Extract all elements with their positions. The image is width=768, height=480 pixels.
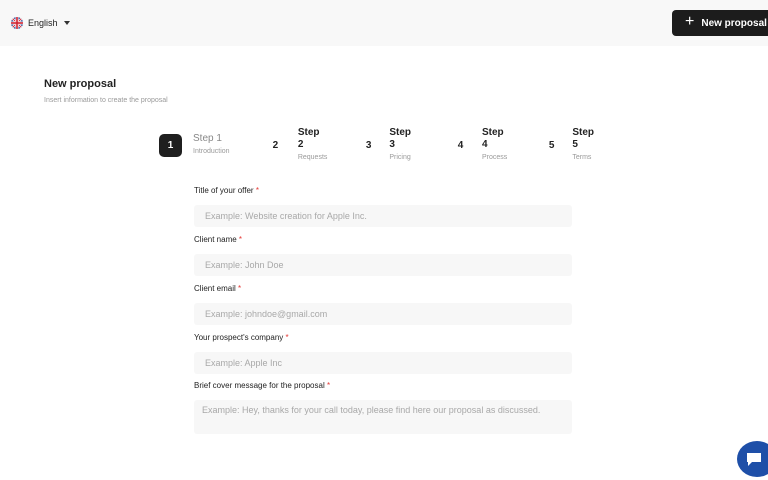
- cover-message-field: Brief cover message for the proposal *: [194, 381, 572, 434]
- field-label: Client email *: [194, 284, 572, 295]
- top-bar: English + New proposal: [0, 0, 768, 46]
- step-title: Step 2: [297, 127, 320, 150]
- field-label: Brief cover message for the proposal *: [194, 381, 572, 392]
- new-proposal-button[interactable]: + New proposal: [672, 10, 768, 36]
- step-title: Step 5: [572, 127, 595, 150]
- step-description: Introduction: [193, 148, 230, 155]
- field-label: Title of your offer *: [194, 186, 572, 197]
- step-2[interactable]: 2 Step 2 Requests: [264, 127, 328, 161]
- step-number: 2: [272, 139, 279, 151]
- language-label: English: [28, 18, 58, 28]
- language-selector[interactable]: English: [11, 16, 70, 30]
- page-title: New proposal: [44, 78, 117, 90]
- field-label-text: Your prospect's company: [194, 333, 284, 342]
- plus-icon: +: [685, 13, 695, 30]
- field-label-text: Client email: [194, 284, 236, 293]
- step-4[interactable]: 4 Step 4 Process: [450, 127, 509, 161]
- prospect-company-field: Your prospect's company *: [194, 333, 572, 374]
- field-label-text: Title of your offer: [194, 186, 254, 195]
- required-marker: *: [238, 235, 243, 244]
- offer-title-input[interactable]: [194, 205, 572, 227]
- step-description: Pricing: [389, 154, 411, 161]
- step-title: Step 3: [389, 127, 412, 150]
- client-name-input[interactable]: [194, 254, 572, 276]
- chat-widget-button[interactable]: [737, 441, 768, 477]
- step-5[interactable]: 5 Step 5 Terms: [542, 127, 598, 161]
- page-subtitle: Insert information to create the proposa…: [44, 97, 168, 104]
- field-label: Client name *: [194, 235, 572, 246]
- required-marker: *: [326, 381, 331, 390]
- prospect-company-input[interactable]: [194, 352, 572, 374]
- client-email-input[interactable]: [194, 303, 572, 325]
- field-label: Your prospect's company *: [194, 333, 572, 344]
- step-number: 3: [365, 139, 372, 151]
- field-label-text: Client name: [194, 235, 237, 244]
- step-description: Requests: [297, 154, 328, 161]
- required-marker: *: [285, 333, 289, 342]
- cover-message-textarea[interactable]: [194, 400, 572, 434]
- step-3[interactable]: 3 Step 3 Pricing: [359, 127, 415, 161]
- field-label-text: Brief cover message for the proposal: [194, 381, 325, 390]
- step-description: Terms: [572, 154, 592, 161]
- offer-title-field: Title of your offer *: [194, 186, 572, 227]
- caret-down-icon: [63, 21, 70, 25]
- uk-flag-icon: [11, 17, 23, 29]
- step-title: Step 1: [193, 133, 222, 144]
- step-number: 1: [159, 133, 182, 157]
- required-marker: *: [238, 284, 242, 293]
- required-marker: *: [255, 186, 259, 195]
- step-title: Step 4: [481, 127, 504, 150]
- client-email-field: Client email *: [194, 284, 572, 325]
- step-number: 5: [548, 139, 555, 151]
- client-name-field: Client name *: [194, 235, 572, 276]
- chat-bubble-icon: [747, 452, 761, 466]
- step-number: 4: [457, 139, 464, 151]
- step-description: Process: [481, 154, 508, 161]
- step-1[interactable]: 1 Step 1 Introduction: [159, 133, 230, 157]
- new-proposal-label: New proposal: [701, 17, 767, 29]
